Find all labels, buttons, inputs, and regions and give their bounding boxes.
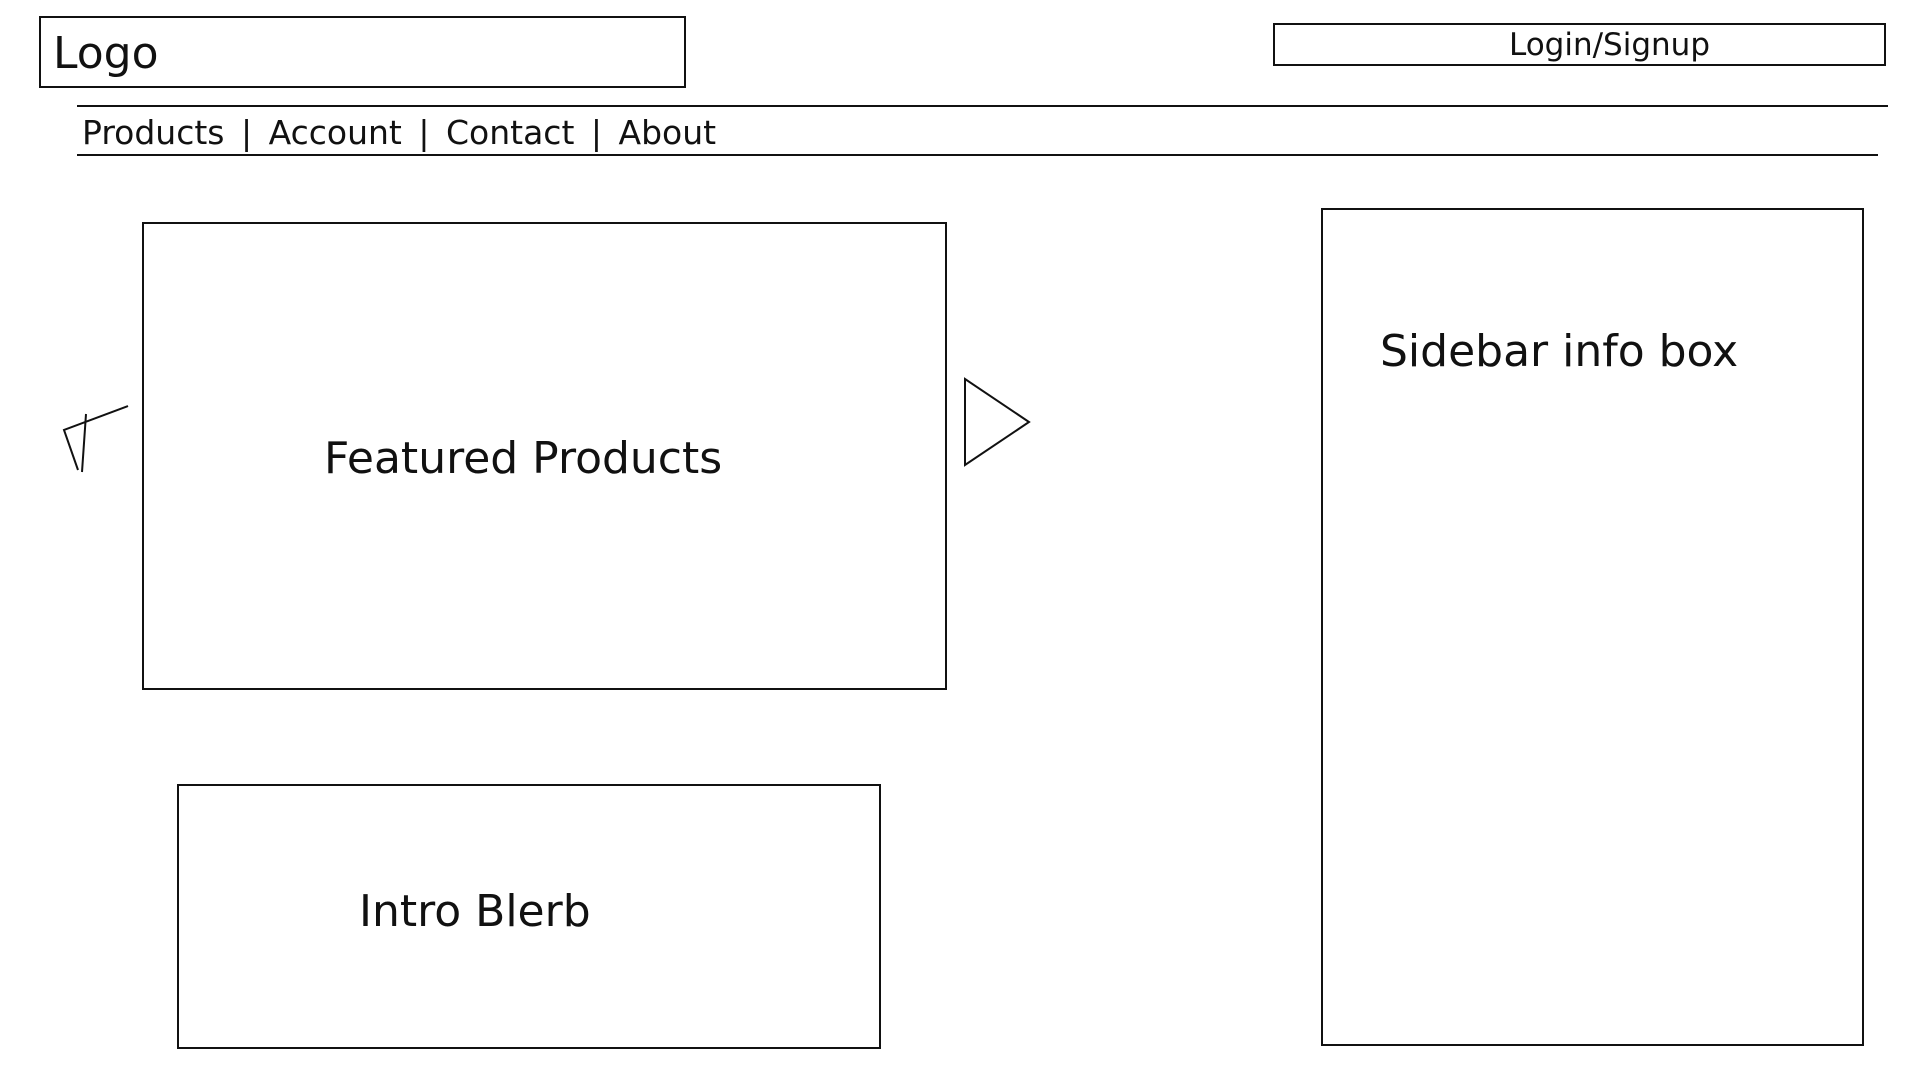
nav-bottom-divider (77, 154, 1878, 156)
nav-top-divider (77, 105, 1888, 107)
featured-products-carousel[interactable]: Featured Products (142, 222, 947, 690)
logo-box[interactable]: Logo (39, 16, 686, 88)
nav-separator: | (418, 113, 430, 152)
main-nav: Products | Account | Contact | About (82, 113, 716, 153)
login-signup-label: Login/Signup (1508, 27, 1710, 63)
nav-separator: | (241, 113, 253, 152)
nav-item-about[interactable]: About (619, 113, 717, 152)
sidebar-info-label: Sidebar info box (1380, 326, 1739, 377)
nav-item-contact[interactable]: Contact (446, 113, 574, 152)
intro-blurb-box: Intro Blerb (177, 784, 881, 1049)
carousel-prev-arrow-icon[interactable] (58, 400, 130, 474)
sidebar-info-box: Sidebar info box (1321, 208, 1864, 1046)
intro-blurb-label: Intro Blerb (359, 886, 591, 937)
nav-item-products[interactable]: Products (82, 113, 225, 152)
wireframe-page: Logo Login/Signup Products | Account | C… (0, 0, 1920, 1080)
nav-separator: | (590, 113, 603, 152)
carousel-next-arrow-icon[interactable] (962, 376, 1032, 468)
nav-item-account[interactable]: Account (269, 113, 402, 152)
featured-products-label: Featured Products (324, 433, 723, 484)
login-signup-button[interactable]: Login/Signup (1273, 23, 1886, 66)
logo: Logo (53, 28, 159, 79)
